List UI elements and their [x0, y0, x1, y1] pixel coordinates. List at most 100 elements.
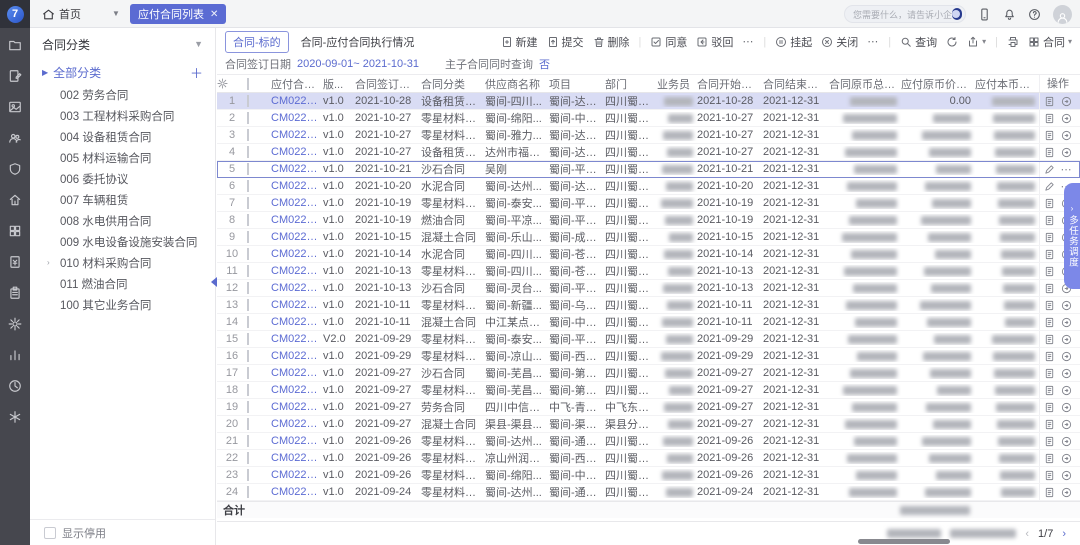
page-next-icon[interactable]: › [1062, 528, 1066, 540]
tab-payable-contract-list[interactable]: 应付合同列表 ✕ [130, 4, 226, 24]
contract-code-link[interactable]: CM02202... [271, 214, 323, 226]
row-checkbox[interactable] [247, 418, 249, 430]
sidebar-item-006[interactable]: 006 委托协议 [30, 168, 215, 189]
more-button[interactable]: ⋯ [742, 35, 754, 48]
flow-icon[interactable] [1061, 300, 1072, 311]
table-row[interactable]: 10CM02202...v1.02021-10-14水泥合同蜀间-四川...蜀间… [217, 246, 1080, 263]
contract-code-link[interactable]: CM02202... [271, 367, 323, 379]
table-row[interactable]: 19CM02202...v1.02021-09-27劳务合同四川中信恒...中飞… [217, 399, 1080, 416]
flow-icon[interactable] [1061, 385, 1072, 396]
row-checkbox[interactable] [247, 129, 249, 141]
row-checkbox[interactable] [247, 384, 249, 396]
flow-icon[interactable] [1061, 113, 1072, 124]
table-row[interactable]: 20CM02202...v1.02021-09-27混凝土合同渠县-渠县...蜀… [217, 416, 1080, 433]
shield-icon[interactable] [8, 162, 22, 176]
contract-code-link[interactable]: CM02202... [271, 469, 323, 481]
detail-icon[interactable] [1044, 368, 1055, 379]
asterisk-icon[interactable] [8, 410, 22, 424]
printer-button[interactable] [1007, 36, 1019, 48]
home-caret-icon[interactable]: ▼ [112, 9, 120, 18]
folder-icon[interactable] [8, 38, 22, 52]
detail-icon[interactable] [1044, 419, 1055, 430]
flow-icon[interactable] [1061, 487, 1072, 498]
column-settings-gear-icon[interactable] [217, 78, 247, 89]
contract-code-link[interactable]: CM02202... [271, 452, 323, 464]
detail-icon[interactable] [1044, 249, 1055, 260]
row-checkbox[interactable] [247, 231, 249, 243]
row-checkbox[interactable] [247, 146, 249, 158]
detail-icon[interactable] [1044, 453, 1055, 464]
show-disabled-checkbox[interactable] [44, 527, 56, 539]
column-header[interactable]: 合同原币总金额 [829, 76, 901, 92]
row-checkbox[interactable] [247, 299, 249, 311]
table-row[interactable]: 24CM02202...v1.02021-09-24零星材料合同蜀间-达州...… [217, 484, 1080, 501]
avatar[interactable] [1053, 5, 1072, 24]
export-button[interactable]: ▾ [967, 36, 986, 48]
detail-icon[interactable] [1044, 402, 1055, 413]
detail-icon[interactable] [1044, 351, 1055, 362]
notifications-icon[interactable] [1003, 8, 1016, 21]
edit-icon[interactable] [1044, 164, 1055, 175]
contract-code-link[interactable]: CM02202... [271, 401, 323, 413]
detail-icon[interactable] [1044, 436, 1055, 447]
table-row[interactable]: 4CM02202...v1.02021-10-27设备租赁合同达州市福建...蜀… [217, 144, 1080, 161]
table-row[interactable]: 13CM02202...v1.02021-10-11零星材料合同蜀间-新疆...… [217, 297, 1080, 314]
home-tab[interactable]: 首页 [42, 4, 81, 24]
contract-code-link[interactable]: CM02202... [271, 248, 323, 260]
detail-icon[interactable] [1044, 147, 1055, 158]
contract-code-link[interactable]: CM02202... [271, 384, 323, 396]
detail-icon[interactable] [1044, 266, 1055, 277]
contract-code-link[interactable]: CM02202... [271, 418, 323, 430]
chevron-down-icon[interactable]: ▼ [194, 39, 203, 49]
detail-icon[interactable] [1044, 232, 1055, 243]
row-checkbox[interactable] [247, 333, 249, 345]
sidebar-item-005[interactable]: 005 材料运输合同 [30, 147, 215, 168]
column-header[interactable]: 版... [323, 76, 355, 92]
contract-code-link[interactable]: CM02202... [271, 146, 323, 158]
contract-code-link[interactable]: CM02202... [271, 231, 323, 243]
detail-icon[interactable] [1044, 96, 1055, 107]
bar-chart-icon[interactable] [8, 348, 22, 362]
toolbar-button-新建[interactable]: 新建 [501, 34, 538, 50]
home-up-icon[interactable] [8, 193, 22, 207]
add-category-icon[interactable]: ＋ [190, 63, 203, 82]
detail-icon[interactable] [1044, 198, 1055, 209]
toolbar-button-关闭[interactable]: 关闭 [821, 34, 858, 50]
row-checkbox[interactable] [247, 282, 249, 294]
row-checkbox[interactable] [247, 180, 249, 192]
column-header[interactable]: 合同分类 [421, 76, 485, 92]
table-row[interactable]: 11CM02202...v1.02021-10-13零星材料合同蜀间-四川...… [217, 263, 1080, 280]
grid-icon[interactable] [8, 224, 22, 238]
users-icon[interactable] [8, 131, 22, 145]
more-button[interactable]: ⋯ [867, 35, 879, 48]
table-row[interactable]: 18CM02202...v1.02021-09-27零星材料合同蜀间-芜昌...… [217, 382, 1080, 399]
detail-icon[interactable] [1044, 215, 1055, 226]
toolbar-button-删除[interactable]: 删除 [593, 34, 630, 50]
row-checkbox[interactable] [247, 163, 249, 175]
table-row[interactable]: 2CM02202...v1.02021-10-27零星材料合同蜀间-绵阳...蜀… [217, 110, 1080, 127]
flow-icon[interactable] [1061, 453, 1072, 464]
table-row[interactable]: 23CM02202...v1.02021-09-26零星材料合同蜀间-绵阳...… [217, 467, 1080, 484]
mobile-icon[interactable] [978, 8, 991, 21]
detail-icon[interactable] [1044, 487, 1055, 498]
row-checkbox[interactable] [247, 401, 249, 413]
flow-icon[interactable] [1061, 436, 1072, 447]
caret-right-icon[interactable]: › [47, 258, 50, 267]
toolbar-button-驳回[interactable]: 驳回 [696, 34, 733, 50]
detail-icon[interactable] [1044, 334, 1055, 345]
toolbar-button-同意[interactable]: 同意 [650, 34, 687, 50]
contract-code-link[interactable]: CM02202... [271, 197, 323, 209]
contract-code-link[interactable]: CM02202... [271, 435, 323, 447]
row-checkbox[interactable] [247, 112, 249, 124]
sidebar-collapse-icon[interactable] [211, 277, 217, 287]
flow-icon[interactable] [1061, 96, 1072, 107]
select-all-checkbox[interactable] [247, 78, 249, 90]
clock-icon[interactable] [8, 379, 22, 393]
sidebar-item-008[interactable]: 008 水电供用合同 [30, 210, 215, 231]
table-row[interactable]: 5CM02202...v1.02021-10-21沙石合同吴刚蜀间-平昌...四… [217, 161, 1080, 178]
sidebar-item-007[interactable]: 007 车辆租赁 [30, 189, 215, 210]
column-header[interactable]: 合同签订日期 [355, 76, 421, 92]
toolbar-button-挂起[interactable]: 挂起 [775, 34, 812, 50]
flow-icon[interactable] [1061, 147, 1072, 158]
filter-multi-query-value[interactable]: 否 [539, 56, 550, 72]
